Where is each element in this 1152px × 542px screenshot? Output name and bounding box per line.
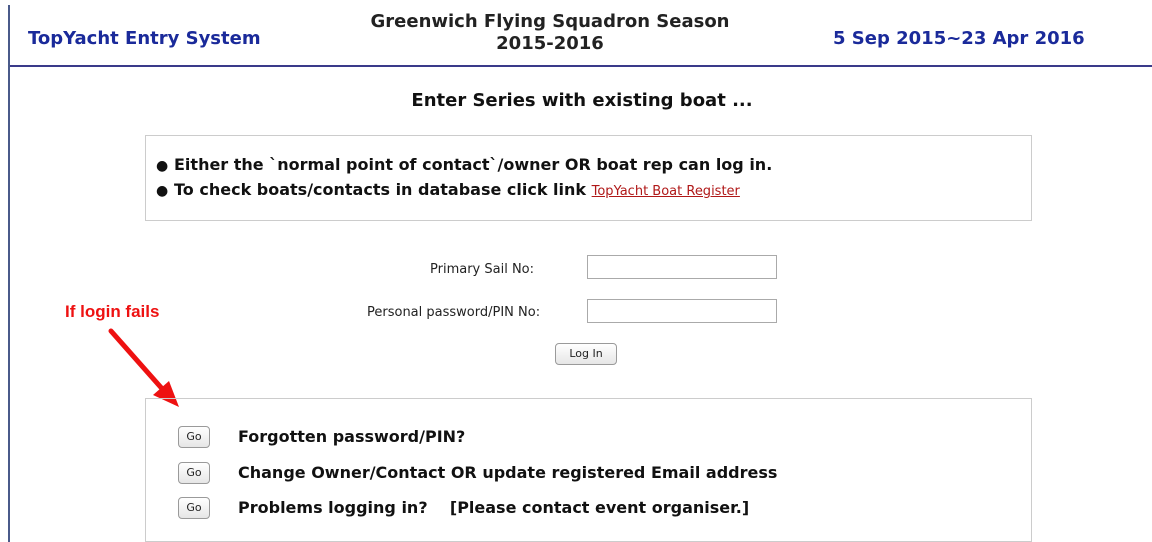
options-panel: Go Forgotten password/PIN? Go Change Own… (145, 398, 1032, 542)
info-panel: ● Either the `normal point of contact`/ow… (145, 135, 1032, 221)
system-name: TopYacht Entry System (28, 28, 261, 49)
sail-number-input[interactable] (587, 255, 777, 279)
forgot-pin-go-button[interactable]: Go (178, 426, 210, 448)
login-problems-go-button[interactable]: Go (178, 497, 210, 519)
info-item: ● To check boats/contacts in database cli… (156, 178, 772, 204)
login-problems-label: Problems logging in? [Please contact eve… (238, 498, 750, 517)
event-date-range: 5 Sep 2015~23 Apr 2016 (833, 28, 1085, 49)
log-in-button[interactable]: Log In (555, 343, 617, 365)
boat-register-link[interactable]: TopYacht Boat Register (592, 184, 740, 199)
sail-number-label: Primary Sail No: (430, 262, 534, 277)
forgot-pin-label: Forgotten password/PIN? (238, 427, 466, 446)
event-title-line1: Greenwich Flying Squadron Season (370, 11, 730, 32)
bullet-icon: ● (156, 183, 169, 199)
change-owner-label: Change Owner/Contact OR update registere… (238, 463, 778, 482)
event-title-line2: 2015-2016 (496, 33, 604, 54)
annotation-note: If login fails (65, 302, 160, 321)
info-item: ● Either the `normal point of contact`/ow… (156, 153, 772, 178)
info-list: ● Either the `normal point of contact`/ow… (156, 153, 772, 204)
header-bar: TopYacht Entry System Greenwich Flying S… (10, 5, 1152, 67)
bullet-icon: ● (156, 158, 169, 174)
change-owner-go-button[interactable]: Go (178, 462, 210, 484)
event-title: Greenwich Flying Squadron Season 2015-20… (360, 11, 740, 55)
page-frame: TopYacht Entry System Greenwich Flying S… (8, 5, 1152, 542)
pin-input[interactable] (587, 299, 777, 323)
info-text-register: To check boats/contacts in database clic… (174, 180, 592, 199)
info-text-login: Either the `normal point of contact`/own… (174, 155, 773, 174)
page-subtitle: Enter Series with existing boat ... (411, 90, 753, 111)
pin-label: Personal password/PIN No: (367, 305, 541, 320)
